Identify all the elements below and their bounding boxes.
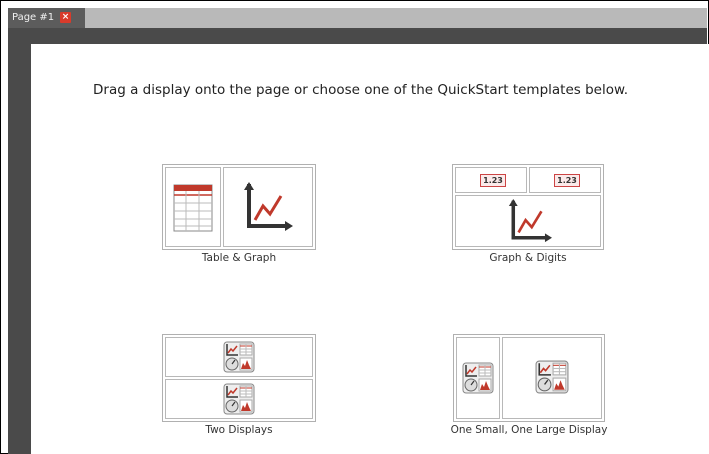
template-one-small-one-large[interactable]: One Small, One Large Display — [423, 334, 635, 438]
template-preview — [162, 334, 316, 422]
tab-strip: Page #1 × — [8, 8, 707, 28]
page-canvas[interactable]: Drag a display onto the page or choose o… — [31, 44, 709, 454]
multi-display-icon — [462, 362, 494, 394]
instruction-text: Drag a display onto the page or choose o… — [93, 82, 629, 98]
display-cell-top — [165, 337, 313, 377]
template-label: Table & Graph — [201, 252, 277, 264]
tab-page-1[interactable]: Page #1 × — [8, 8, 85, 28]
digits-cell-right: 1.23 — [529, 167, 601, 193]
template-preview — [453, 334, 605, 422]
digits-icon: 1.23 — [480, 174, 506, 187]
graph-icon — [508, 199, 552, 243]
graph-icon — [244, 182, 293, 231]
table-cell — [165, 167, 221, 247]
display-cell-small — [456, 337, 500, 419]
page-border-top — [8, 28, 707, 44]
graph-cell — [223, 167, 313, 247]
digits-icon: 1.23 — [554, 174, 580, 187]
template-label: One Small, One Large Display — [450, 424, 608, 436]
close-icon[interactable]: × — [60, 12, 71, 23]
multi-display-icon — [535, 360, 569, 394]
template-preview — [162, 164, 316, 250]
template-preview: 1.23 1.23 — [452, 164, 604, 250]
digits-cell-left: 1.23 — [455, 167, 527, 193]
template-table-graph[interactable]: Table & Graph — [162, 164, 316, 264]
display-cell-large — [502, 337, 602, 419]
multi-display-icon — [223, 341, 255, 373]
table-icon — [173, 184, 213, 232]
tab-label: Page #1 — [12, 12, 55, 23]
template-label: Graph & Digits — [489, 252, 567, 264]
display-cell-bottom — [165, 379, 313, 419]
template-label: Two Displays — [205, 424, 273, 436]
template-graph-digits[interactable]: 1.23 1.23 Graph & Digits — [452, 164, 604, 264]
page-border-left — [8, 44, 31, 454]
multi-display-icon — [223, 383, 255, 415]
template-two-displays[interactable]: Two Displays — [162, 334, 316, 438]
graph-cell — [455, 195, 601, 247]
